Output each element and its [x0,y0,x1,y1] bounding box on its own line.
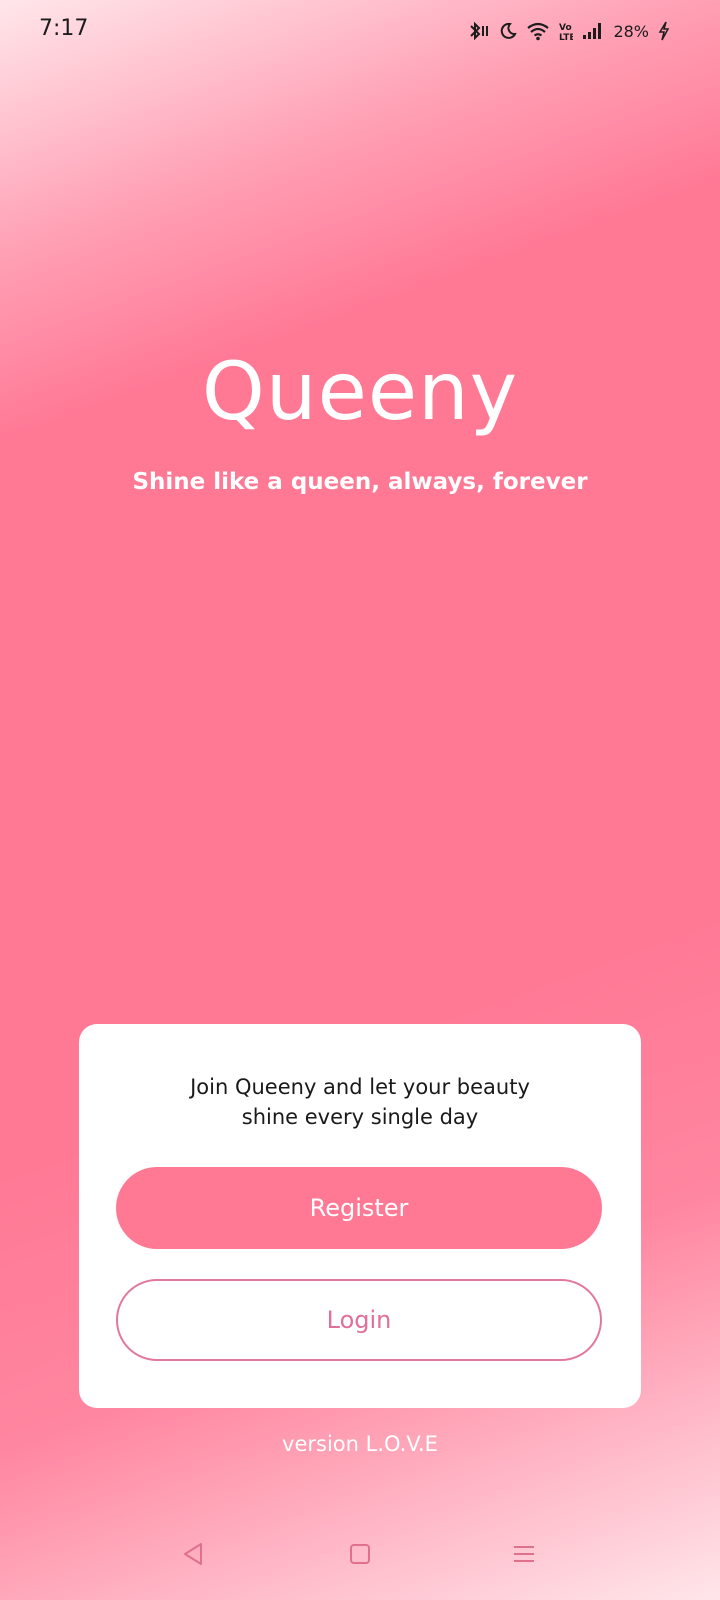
status-bar: 7:17 Vo LTE 28% [0,0,720,60]
signal-icon [582,22,604,40]
svg-text:Vo: Vo [559,23,572,33]
register-button[interactable]: Register [116,1167,602,1249]
moon-icon [499,22,518,40]
welcome-message-line-1: Join Queeny and let your beauty [190,1075,530,1099]
welcome-message: Join Queeny and let your beauty shine ev… [79,1072,641,1132]
volte-icon: Vo LTE [559,21,573,41]
welcome-card: Join Queeny and let your beauty shine ev… [79,1024,641,1408]
bluetooth-icon [468,21,490,41]
charging-icon [658,21,670,41]
status-icons: Vo LTE 28% [468,18,670,44]
battery-percentage: 28% [613,21,649,41]
app-title: Queeny [201,345,519,438]
status-time: 7:17 [39,16,89,41]
menu-icon[interactable] [502,1532,546,1576]
version-label: version L.O.V.E [282,1432,438,1456]
home-icon[interactable] [338,1532,382,1576]
login-button[interactable]: Login [116,1279,602,1361]
welcome-message-line-2: shine every single day [241,1105,479,1129]
wifi-icon [526,21,550,41]
navigation-bar [0,1510,720,1600]
svg-text:LTE: LTE [559,33,573,41]
app-tagline: Shine like a queen, always, forever [132,469,588,495]
back-icon[interactable] [171,1532,215,1576]
